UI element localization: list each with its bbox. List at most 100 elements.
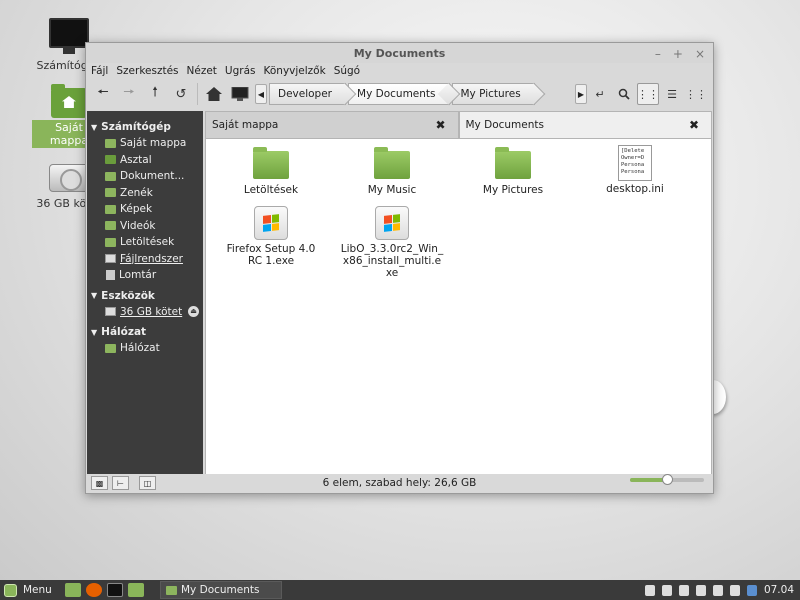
search-icon [618,88,630,100]
up-button[interactable]: 🠕 [142,82,168,106]
folder-icon [105,138,116,148]
menu-file[interactable]: Fájl [91,65,108,77]
list-view-button[interactable]: ☰ [661,83,683,105]
sidebar-item-label: 36 GB kötet [120,305,183,318]
folder-icon [166,585,177,595]
status-text: 6 elem, szabad hely: 26,6 GB [322,477,477,489]
sidebar-item-home[interactable]: Saját mappa [87,135,203,152]
forward-button[interactable]: 🠖 [116,82,142,106]
terminal-icon[interactable] [107,583,123,597]
compact-view-button[interactable]: ⋮⋮ [685,83,707,105]
close-button[interactable]: × [695,43,705,65]
win-logo-blue [384,223,392,232]
breadcrumb-item[interactable]: My Pictures [451,83,535,105]
show-places-button[interactable]: ▩ [91,476,108,490]
drive-icon [105,307,116,317]
breadcrumb-item[interactable]: My Documents [348,83,450,105]
file-item-desktop-ini[interactable]: [Delete Owner=D Persona Persona desktop.… [580,145,690,195]
videos-folder-icon [105,221,116,231]
sidebar-item-filesystem[interactable]: Fájlrendszer [87,251,203,268]
maximize-button[interactable]: + [673,43,683,65]
zoom-slider[interactable] [630,474,704,485]
taskbar-window-button[interactable]: My Documents [160,581,282,599]
files-icon[interactable] [128,583,144,597]
show-tree-button[interactable]: ⊢ [112,476,129,490]
task-label: My Documents [181,584,260,596]
volume-icon[interactable] [729,584,740,596]
eject-icon[interactable]: ⏏ [188,305,199,317]
close-tab-icon[interactable]: ✖ [435,112,445,139]
clipboard-icon[interactable] [695,584,706,596]
minimize-button[interactable]: – [655,43,661,65]
home-button[interactable] [201,82,227,106]
file-grid[interactable]: Letöltések My Music My Pictures [Delete … [205,138,712,475]
sidebar-item-volume[interactable]: 36 GB kötet ⏏ [87,304,203,321]
user-icon[interactable] [661,584,672,596]
monitor-icon [49,18,89,54]
compact-icon: ⋮⋮ [685,87,707,101]
text-file-icon: [Delete Owner=D Persona Persona [618,145,652,181]
sidebar-item-music[interactable]: Zenék [87,185,203,202]
sidebar-item-pictures[interactable]: Képek [87,201,203,218]
grid-icon: ⋮⋮ [637,87,659,101]
window-title: My Documents [353,47,446,60]
drive-icon [105,254,116,264]
sidebar-item-label: Dokument... [120,170,185,183]
sidebar-section-computer[interactable]: ▼ Számítógép [87,118,203,135]
win-logo-red [263,215,271,224]
close-tab-icon[interactable]: ✖ [689,112,699,139]
search-button[interactable] [613,83,635,105]
menu-bookmarks[interactable]: Könyvjelzők [264,65,326,77]
sidebar-item-documents[interactable]: Dokument... [87,168,203,185]
sidebar-item-network[interactable]: Hálózat [87,340,203,357]
network-folder-icon [105,343,116,353]
windows-logo-icon [384,214,400,232]
title-bar[interactable]: My Documents – + × [86,43,713,63]
update-icon[interactable] [678,584,689,596]
tab-home[interactable]: Saját mappa ✖ [205,111,459,138]
music-folder-icon [105,188,116,198]
file-item-libo-installer[interactable]: LibO_3.3.0rc2_Win_x86_install_multi.exe [337,206,447,279]
file-item-firefox-setup[interactable]: Firefox Setup 4.0 RC 1.exe [216,206,326,267]
sidebar-section-devices[interactable]: ▼ Eszközök [87,287,203,304]
sidebar-section-network[interactable]: ▼ Hálózat [87,323,203,340]
file-item-my-music[interactable]: My Music [337,147,447,196]
show-desktop-icon[interactable] [65,583,81,597]
breadcrumb-scroll-right[interactable]: ▶ [575,84,587,104]
breadcrumb-item[interactable]: Developer [269,83,347,105]
arrow-left-icon: 🠔 [97,85,109,100]
back-button[interactable]: 🠔 [90,82,116,106]
menu-view[interactable]: Nézet [187,65,217,77]
firefox-icon[interactable] [86,583,102,597]
menu-label: Menu [23,584,52,596]
computer-button[interactable] [227,82,253,106]
file-item-my-pictures[interactable]: My Pictures [458,147,568,196]
notification-icon[interactable] [644,584,655,596]
breadcrumb: Developer My Documents My Pictures [269,83,537,105]
sidebar-item-desktop[interactable]: Asztal [87,152,203,169]
menu-go[interactable]: Ugrás [225,65,256,77]
icon-view-button[interactable]: ⋮⋮ [637,83,659,105]
breadcrumb-scroll-left[interactable]: ◀ [255,84,267,104]
sidebar-item-downloads[interactable]: Letöltések [87,234,203,251]
home-folder-icon [51,84,87,118]
sidebar-item-trash[interactable]: Lomtár [87,267,203,284]
menu-edit[interactable]: Szerkesztés [116,65,178,77]
toggle-location-button[interactable]: ↵ [589,83,611,105]
zoom-slider-handle[interactable] [662,474,673,485]
clock[interactable]: 07.04 [764,584,794,596]
toggle-sidebar-button[interactable]: ◫ [139,476,156,490]
sidebar-item-videos[interactable]: Videók [87,218,203,235]
tab-my-documents[interactable]: My Documents ✖ [458,111,712,139]
sidebar-item-label: Videók [120,219,156,232]
pictures-folder-icon [105,204,116,214]
shield-icon[interactable] [746,584,757,596]
menu-button[interactable]: Menu [0,583,60,597]
windows-executable-icon [254,206,288,240]
menu-help[interactable]: Súgó [334,65,360,77]
system-tray: 07.04 [644,584,800,596]
file-item-downloads[interactable]: Letöltések [216,147,326,196]
network-icon[interactable] [712,584,723,596]
desktop-folder-icon [105,155,116,165]
reload-button[interactable]: ↺ [168,82,194,106]
